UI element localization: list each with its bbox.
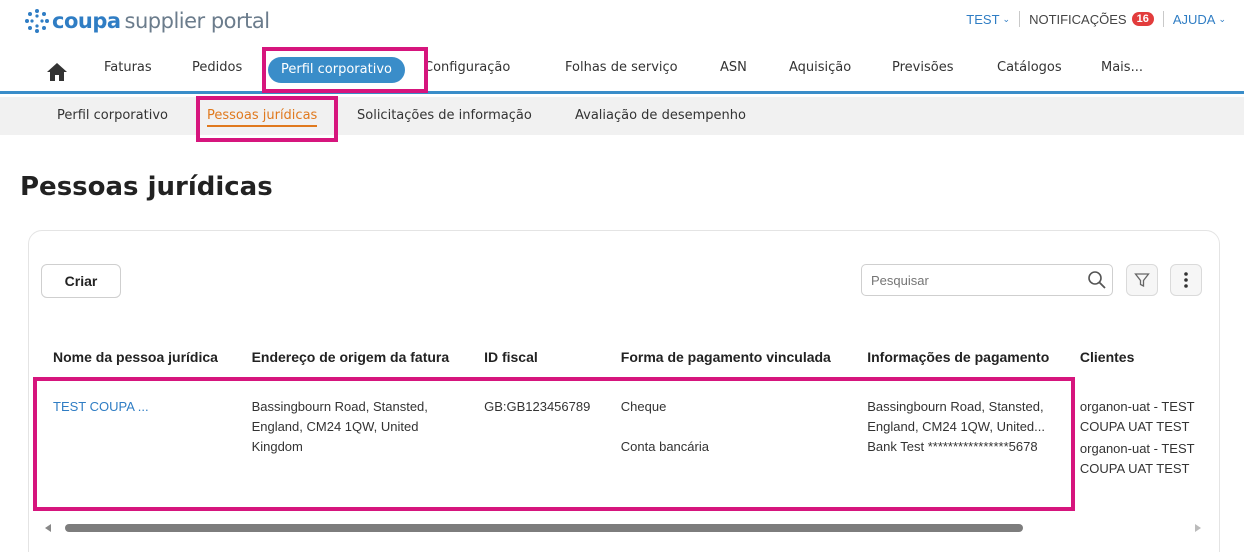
address-line: Bassingbourn Road, Stansted, [251,399,428,414]
sub-nav: Perfil corporativo Pessoas jurídicas Sol… [0,97,1244,135]
tax-id-value: GB:GB123456789 [484,399,591,414]
kebab-menu-icon [1184,272,1188,288]
nav-item-perfil-corporativo[interactable]: Perfil corporativo [268,57,405,83]
main-nav: Faturas Pedidos Perfil corporativo Confi… [0,50,1244,94]
horizontal-scrollbar[interactable] [43,523,1203,533]
payment-method-cheque: Cheque [620,399,667,414]
payment-info-address: England, CM24 1QW, United... [867,419,1045,434]
payment-method-bank: Conta bancária [620,439,709,454]
col-header-payment-info[interactable]: Informações de pagamento [867,339,1080,375]
divider [1162,11,1164,27]
home-icon[interactable] [46,62,68,82]
chevron-down-icon: ⌄ [1218,13,1226,24]
top-right-menu: TEST ⌄ NOTIFICAÇÕES 16 AJUDA ⌄ [966,11,1226,27]
create-button[interactable]: Criar [41,264,121,298]
col-header-clients[interactable]: Clientes [1080,339,1219,375]
more-options-button[interactable] [1170,264,1202,296]
subnav-item-perfil-corporativo[interactable]: Perfil corporativo [57,108,168,123]
subnav-item-solicitacoes[interactable]: Solicitações de informação [357,108,532,123]
notifications-label: NOTIFICAÇÕES [1029,11,1127,27]
payment-info-bank: Bank Test ****************5678 [867,439,1038,454]
col-header-address[interactable]: Endereço de origem da fatura [252,339,485,375]
nav-item-pedidos[interactable]: Pedidos [192,60,242,75]
nav-item-aquisicao[interactable]: Aquisição [789,60,851,75]
filter-button[interactable] [1126,264,1158,296]
logo-brand-text: coupa [52,9,121,33]
scroll-right-arrow-icon [1195,524,1201,532]
coupa-logo[interactable]: coupa supplier portal [24,8,270,34]
client-name: COUPA UAT TEST [1079,461,1190,476]
payment-info-address: Bassingbourn Road, Stansted, [867,399,1044,414]
user-menu-label: TEST [966,11,1000,27]
client-name: organon-uat - TEST [1079,399,1195,414]
scrollbar-thumb [65,524,1023,532]
subnav-item-avaliacao[interactable]: Avaliação de desempenho [575,108,746,123]
nav-item-catalogos[interactable]: Catálogos [997,60,1062,75]
notifications-link[interactable]: NOTIFICAÇÕES 16 [1029,12,1154,27]
legal-entities-card: Criar Nome da pessoa jurídica Endereço d… [28,230,1220,552]
filter-icon [1134,273,1150,288]
notifications-badge: 16 [1131,12,1154,26]
nav-item-previsoes[interactable]: Previsões [892,60,953,75]
nav-item-mais[interactable]: Mais... [1101,60,1143,75]
legal-entities-table: Nome da pessoa jurídica Endereço de orig… [29,339,1219,479]
client-name: COUPA UAT TEST [1079,419,1190,434]
top-header: coupa supplier portal TEST ⌄ NOTIFICAÇÕE… [0,0,1244,44]
subnav-item-pessoas-juridicas[interactable]: Pessoas jurídicas [207,108,318,127]
nav-item-folhas-de-servico[interactable]: Folhas de serviço [565,60,678,75]
nav-item-faturas[interactable]: Faturas [104,60,152,75]
search-icon[interactable] [1087,270,1107,290]
page-title: Pessoas jurídicas [20,172,273,202]
chevron-down-icon: ⌄ [1002,13,1011,24]
nav-item-asn[interactable]: ASN [720,60,747,75]
help-menu-label: AJUDA [1172,11,1216,27]
nav-item-configuracao[interactable]: Configuração [424,60,510,75]
address-line: Kingdom [251,439,303,454]
col-header-tax-id[interactable]: ID fiscal [484,339,621,375]
search-input[interactable] [861,264,1113,296]
col-header-payment-method[interactable]: Forma de pagamento vinculada [621,339,867,375]
user-menu[interactable]: TEST ⌄ [966,12,1010,27]
help-menu[interactable]: AJUDA ⌄ [1173,12,1226,27]
divider [1019,11,1021,27]
coupa-logo-icon [25,9,49,33]
client-name: organon-uat - TEST [1079,441,1195,456]
table-row: TEST COUPA ... Bassingbourn Road, Stanst… [29,375,1219,479]
address-line: England, CM24 1QW, United [251,419,419,434]
col-header-name[interactable]: Nome da pessoa jurídica [29,339,252,375]
scroll-left-arrow-icon [45,524,51,532]
logo-product-text: supplier portal [124,9,271,33]
legal-entity-link[interactable]: TEST COUPA ... [53,399,149,414]
table-header-row: Nome da pessoa jurídica Endereço de orig… [29,339,1219,375]
